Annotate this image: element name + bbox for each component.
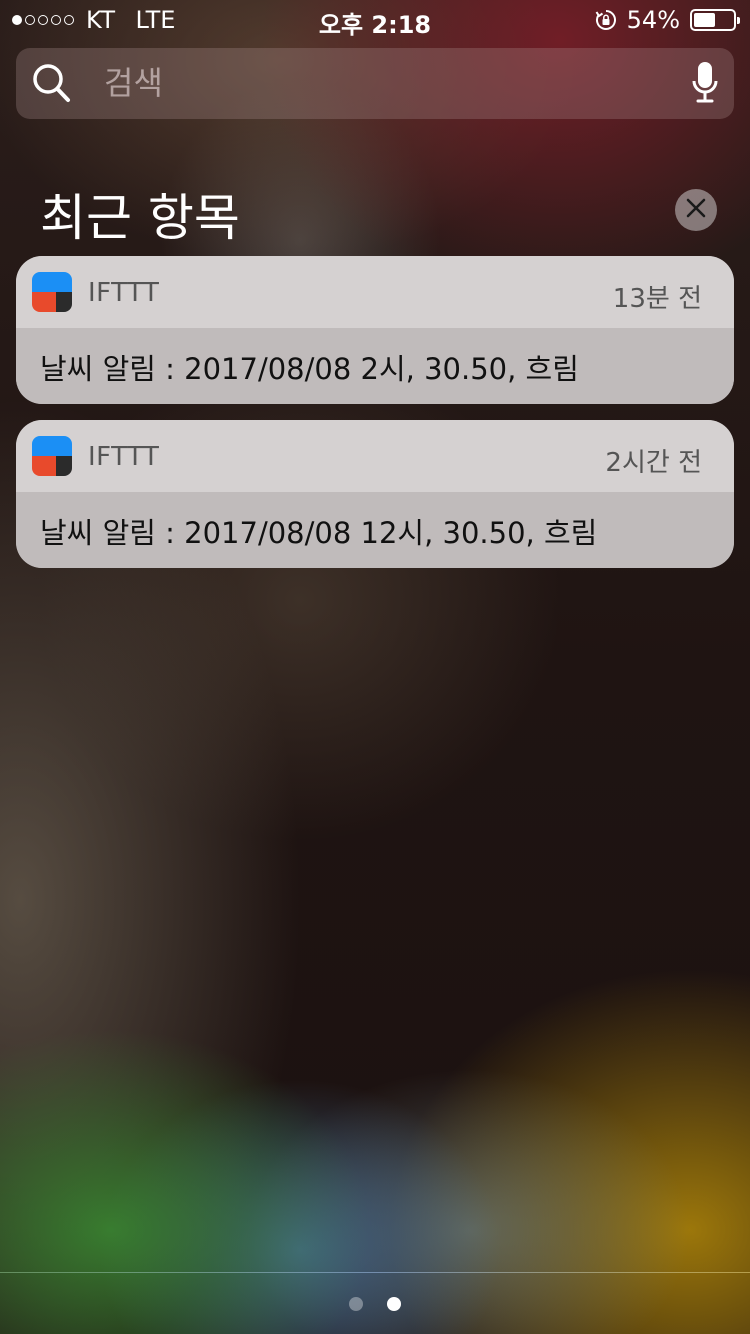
- recents-title: 최근 항목: [40, 189, 240, 247]
- close-icon: [686, 198, 706, 222]
- clear-recents-button[interactable]: [675, 189, 717, 231]
- status-bar: KT LTE 오후 2:18 54%: [0, 0, 750, 40]
- search-bar[interactable]: [16, 48, 734, 119]
- ifttt-app-icon: [32, 436, 72, 476]
- search-icon: [32, 62, 72, 108]
- notification-app-name: IFTTT: [88, 278, 160, 308]
- page-indicator[interactable]: [0, 1297, 750, 1311]
- notification-app-name: IFTTT: [88, 442, 160, 472]
- rotation-lock-icon: [595, 9, 617, 31]
- notification-time: 13분 전: [612, 284, 702, 314]
- notification-header: IFTTT 13분 전: [16, 256, 734, 328]
- search-input[interactable]: [104, 62, 664, 104]
- notification-card[interactable]: IFTTT 2시간 전 날씨 알림 : 2017/08/08 12시, 30.5…: [16, 420, 734, 568]
- notification-time: 2시간 전: [605, 448, 702, 478]
- battery-level-fill: [694, 13, 715, 27]
- page-dot[interactable]: [387, 1297, 401, 1311]
- dock-divider: [0, 1272, 750, 1273]
- notification-header: IFTTT 2시간 전: [16, 420, 734, 492]
- notification-message: 날씨 알림 : 2017/08/08 2시, 30.50, 흐림: [40, 352, 579, 386]
- microphone-icon[interactable]: [692, 60, 718, 110]
- page-dot[interactable]: [349, 1297, 363, 1311]
- notification-body: 날씨 알림 : 2017/08/08 2시, 30.50, 흐림: [16, 328, 734, 404]
- battery-percent: 54%: [626, 6, 680, 34]
- notification-card[interactable]: IFTTT 13분 전 날씨 알림 : 2017/08/08 2시, 30.50…: [16, 256, 734, 404]
- battery-icon: [690, 9, 740, 31]
- notification-message: 날씨 알림 : 2017/08/08 12시, 30.50, 흐림: [40, 516, 598, 550]
- status-right: 54%: [595, 6, 740, 34]
- notification-body: 날씨 알림 : 2017/08/08 12시, 30.50, 흐림: [16, 492, 734, 568]
- ifttt-app-icon: [32, 272, 72, 312]
